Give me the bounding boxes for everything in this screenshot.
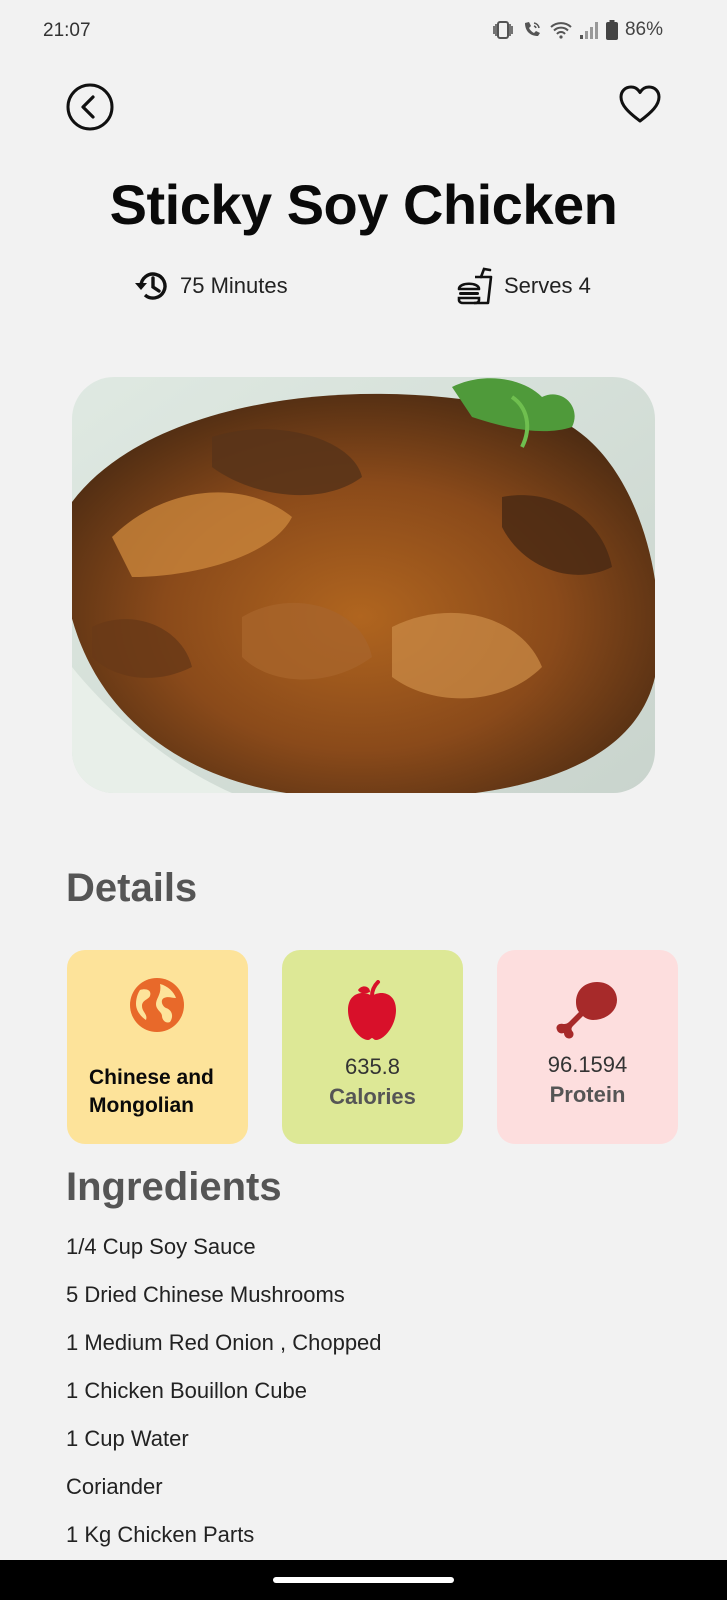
back-button[interactable] [66, 83, 114, 131]
cuisine-label: Chinese and Mongolian [89, 1066, 214, 1117]
wifi-icon [550, 21, 572, 39]
apple-icon [348, 980, 396, 1040]
cook-time: 75 Minutes [134, 267, 288, 305]
ingredients-heading: Ingredients [66, 1165, 282, 1209]
status-icons: 86% [492, 19, 663, 41]
fast-food-icon [457, 267, 493, 305]
servings-label: Serves 4 [504, 273, 591, 298]
ingredient-item: 1 Chicken Bouillon Cube [66, 1378, 307, 1403]
heart-icon [619, 85, 661, 123]
drumstick-icon [556, 982, 617, 1039]
globe-icon [130, 978, 184, 1032]
servings: Serves 4 [456, 267, 591, 305]
vibrate-icon [492, 20, 514, 40]
status-time: 21:07 [43, 20, 91, 41]
recipe-photo [72, 377, 655, 793]
protein-label: Protein [549, 1082, 626, 1107]
ingredient-item: 5 Dried Chinese Mushrooms [66, 1282, 345, 1307]
ingredient-item: Coriander [66, 1474, 163, 1499]
wifi-calling-icon [521, 20, 543, 40]
battery-icon [605, 20, 618, 40]
ingredient-item: 1 Cup Water [66, 1426, 189, 1451]
favorite-button[interactable] [618, 84, 662, 126]
protein-value: 96.1594 [547, 1052, 628, 1077]
ingredients-list: 1/4 Cup Soy Sauce 5 Dried Chinese Mushro… [66, 1234, 382, 1570]
cook-time-label: 75 Minutes [180, 273, 288, 298]
back-arrow-icon [66, 83, 114, 131]
calories-card: 635.8 Calories [282, 950, 463, 1144]
cuisine-card: Chinese and Mongolian [67, 950, 248, 1144]
protein-card: 96.1594 Protein [497, 950, 678, 1144]
recipe-title: Sticky Soy Chicken [109, 173, 618, 236]
navigation-bar [0, 1560, 727, 1600]
ingredient-item: 1 Medium Red Onion , Chopped [66, 1330, 382, 1355]
home-gesture-handle[interactable] [273, 1577, 454, 1583]
status-bar: 21:07 86% [0, 0, 727, 64]
battery-percent: 86% [624, 19, 663, 40]
ingredient-item: 1/4 Cup Soy Sauce [66, 1234, 256, 1259]
details-heading: Details [66, 866, 198, 910]
calories-label: Calories [329, 1084, 416, 1109]
signal-icon [579, 21, 599, 39]
calories-value: 635.8 [344, 1054, 401, 1079]
history-clock-icon [135, 272, 167, 300]
